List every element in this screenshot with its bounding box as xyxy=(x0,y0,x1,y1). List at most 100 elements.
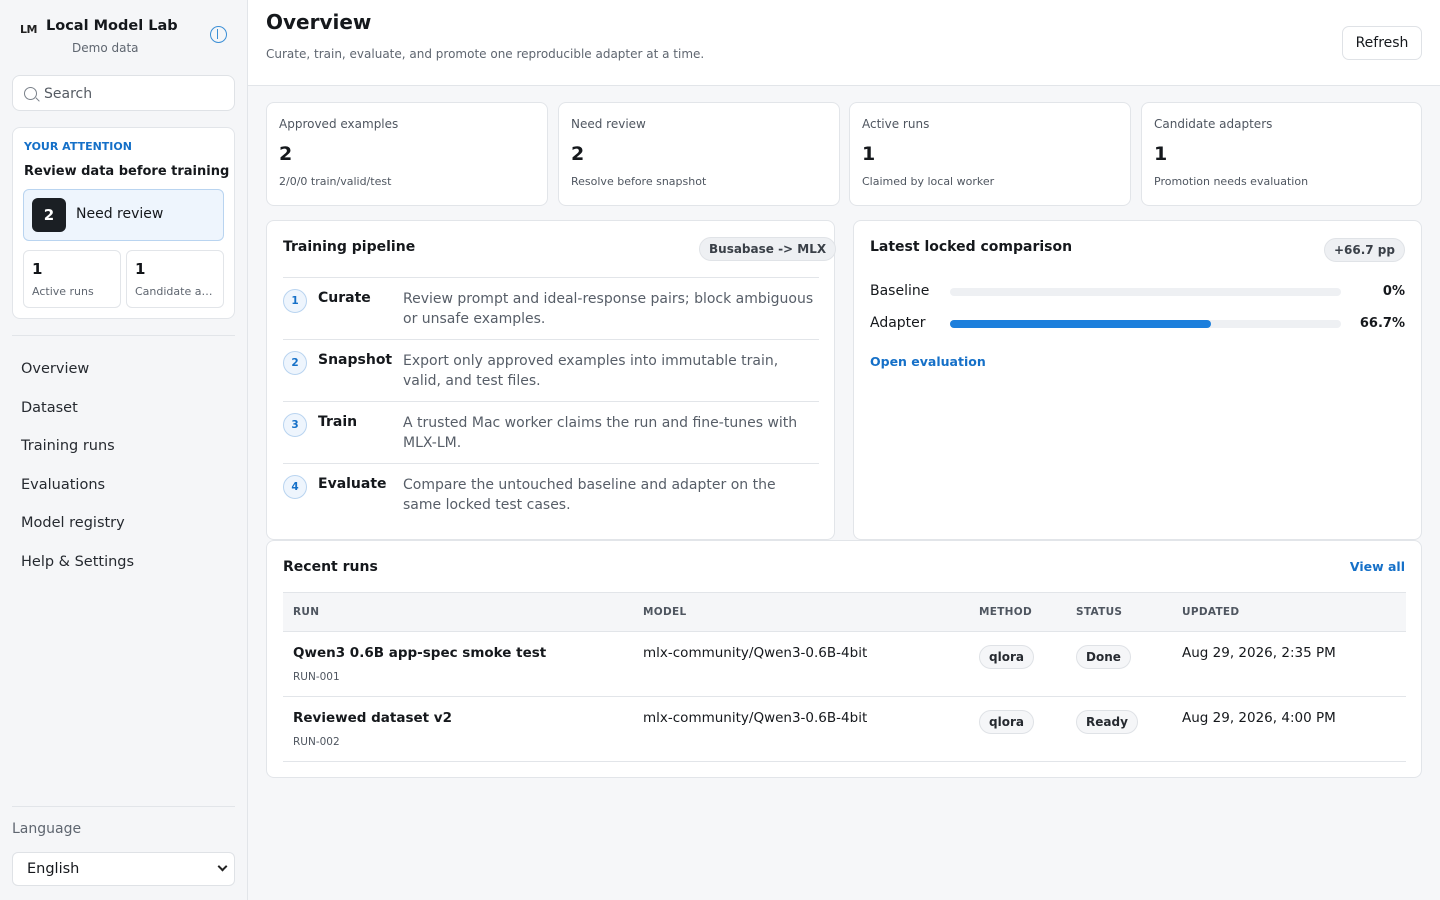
baseline-value: 0% xyxy=(1382,284,1405,299)
step-description: A trusted Mac worker claims the run and … xyxy=(403,415,798,451)
stat-label: Need review xyxy=(571,117,646,131)
attention-title: Review data before training xyxy=(24,164,230,179)
pipeline-step: 3 Train A trusted Mac worker claims the … xyxy=(283,401,819,463)
sidebar-divider xyxy=(12,806,235,807)
step-description: Review prompt and ideal-response pairs; … xyxy=(403,291,814,327)
comparison-delta-badge: +66.7 pp xyxy=(1323,238,1405,262)
need-review-shortcut[interactable]: 2 Need review xyxy=(23,189,224,241)
stat-subtext: 2/0/0 train/valid/test xyxy=(279,175,392,188)
pipeline-title: Training pipeline xyxy=(283,239,416,255)
stat-label: Approved examples xyxy=(279,117,399,131)
comparison-title: Latest locked comparison xyxy=(870,239,1073,255)
method-badge: qlora xyxy=(979,645,1034,669)
column-header-method[interactable]: METHOD xyxy=(979,606,1032,618)
language-value: English xyxy=(27,861,80,877)
baseline-label: Baseline xyxy=(870,283,930,299)
step-name: Snapshot xyxy=(318,352,393,368)
recent-runs-panel: Recent runs View all RUN MODEL METHOD ST… xyxy=(266,540,1422,778)
sidebar-item-evaluations[interactable]: Evaluations xyxy=(21,473,231,512)
active-runs-shortcut[interactable]: 1 Active runs xyxy=(23,250,121,308)
baseline-bar-track xyxy=(950,288,1341,296)
recent-runs-title: Recent runs xyxy=(283,559,378,575)
stat-subtext: Resolve before snapshot xyxy=(571,175,707,188)
stat-label: Active runs xyxy=(862,117,930,131)
candidate-adapters-count: 1 xyxy=(135,260,146,278)
step-number: 1 xyxy=(283,289,307,313)
sidebar-item-dataset[interactable]: Dataset xyxy=(21,396,231,435)
stat-card-approved-examples: Approved examples 2 2/0/0 train/valid/te… xyxy=(266,102,548,206)
stat-subtext: Promotion needs evaluation xyxy=(1154,175,1309,188)
run-updated: Aug 29, 2026, 4:00 PM xyxy=(1182,710,1336,726)
sidebar-item-training-runs[interactable]: Training runs xyxy=(21,434,231,473)
status-badge: Ready xyxy=(1076,710,1138,734)
run-id: RUN-001 xyxy=(293,671,340,683)
refresh-button[interactable]: Refresh xyxy=(1342,26,1422,60)
step-name: Train xyxy=(318,414,358,430)
step-number: 2 xyxy=(283,351,307,375)
attention-eyebrow: YOUR ATTENTION xyxy=(24,140,132,153)
active-runs-label: Active runs xyxy=(32,285,94,298)
pipeline-step: 2 Snapshot Export only approved examples… xyxy=(283,339,819,401)
search-box[interactable] xyxy=(12,75,235,111)
brand: LM Local Model Lab Demo data xyxy=(20,17,232,57)
need-review-label: Need review xyxy=(76,206,164,222)
language-select[interactable]: English xyxy=(12,852,235,886)
column-header-status[interactable]: STATUS xyxy=(1076,606,1122,618)
page-title: Overview xyxy=(266,10,372,34)
app-logo: LM xyxy=(20,23,37,36)
column-header-updated[interactable]: UPDATED xyxy=(1182,606,1239,618)
app-name: Local Model Lab xyxy=(46,18,178,34)
attention-card: YOUR ATTENTION Review data before traini… xyxy=(12,127,235,319)
column-header-run[interactable]: RUN xyxy=(293,606,319,618)
run-name[interactable]: Reviewed dataset v2 xyxy=(293,710,452,726)
step-description: Compare the untouched baseline and adapt… xyxy=(403,477,776,513)
adapter-value: 66.7% xyxy=(1359,316,1405,331)
adapter-bar-track xyxy=(950,320,1341,328)
run-model: mlx-community/Qwen3-0.6B-4bit xyxy=(643,645,868,661)
stat-value: 2 xyxy=(279,143,293,165)
pipeline-step: 4 Evaluate Compare the untouched baselin… xyxy=(283,463,819,525)
locked-comparison-panel: Latest locked comparison +66.7 pp Baseli… xyxy=(853,220,1422,540)
adapter-label: Adapter xyxy=(870,315,926,331)
stat-label: Candidate adapters xyxy=(1154,117,1273,131)
stat-card-candidate-adapters: Candidate adapters 1 Promotion needs eva… xyxy=(1141,102,1422,206)
method-badge: qlora xyxy=(979,710,1034,734)
active-runs-count: 1 xyxy=(32,260,43,278)
sidebar-divider xyxy=(12,335,235,336)
chevron-down-icon xyxy=(217,861,228,872)
stat-value: 2 xyxy=(571,143,585,165)
training-pipeline-panel: Training pipeline Busabase -> MLX 1 Cura… xyxy=(266,220,837,540)
view-all-link[interactable]: View all xyxy=(1350,559,1405,574)
open-evaluation-link[interactable]: Open evaluation xyxy=(870,354,986,369)
step-name: Curate xyxy=(318,290,371,306)
sidebar-item-model-registry[interactable]: Model registry xyxy=(21,511,231,550)
stat-value: 1 xyxy=(862,143,876,165)
step-name: Evaluate xyxy=(318,476,387,492)
step-number: 4 xyxy=(283,475,307,499)
sidebar-item-overview[interactable]: Overview xyxy=(21,357,231,396)
column-header-model[interactable]: MODEL xyxy=(643,606,686,618)
candidate-adapters-label: Candidate adapters xyxy=(135,285,217,298)
need-review-count: 2 xyxy=(32,198,66,232)
stat-subtext: Claimed by local worker xyxy=(862,175,995,188)
table-row[interactable]: Reviewed dataset v2 RUN-002 mlx-communit… xyxy=(283,697,1406,762)
run-updated: Aug 29, 2026, 2:35 PM xyxy=(1182,645,1336,661)
search-icon xyxy=(24,87,37,100)
page-subtitle: Curate, train, evaluate, and promote one… xyxy=(266,47,705,61)
step-description: Export only approved examples into immut… xyxy=(403,353,779,389)
page-header: Overview Curate, train, evaluate, and pr… xyxy=(248,0,1440,86)
language-label: Language xyxy=(12,821,82,837)
table-row[interactable]: Qwen3 0.6B app-spec smoke test RUN-001 m… xyxy=(283,632,1406,697)
pipeline-step: 1 Curate Review prompt and ideal-respons… xyxy=(283,277,819,339)
pipeline-badge: Busabase -> MLX xyxy=(699,237,837,261)
run-name[interactable]: Qwen3 0.6B app-spec smoke test xyxy=(293,645,546,661)
app-subtitle: Demo data xyxy=(72,41,139,55)
search-input[interactable] xyxy=(44,82,229,106)
candidate-adapters-shortcut[interactable]: 1 Candidate adapters xyxy=(126,250,224,308)
status-badge: Done xyxy=(1076,645,1131,669)
sidebar: LM Local Model Lab Demo data YOUR ATTENT… xyxy=(0,0,248,900)
run-id: RUN-002 xyxy=(293,736,340,748)
sidebar-item-help-settings[interactable]: Help & Settings xyxy=(21,550,231,589)
table-header: RUN MODEL METHOD STATUS UPDATED xyxy=(283,592,1406,632)
sidebar-toggle-icon[interactable] xyxy=(210,26,227,43)
